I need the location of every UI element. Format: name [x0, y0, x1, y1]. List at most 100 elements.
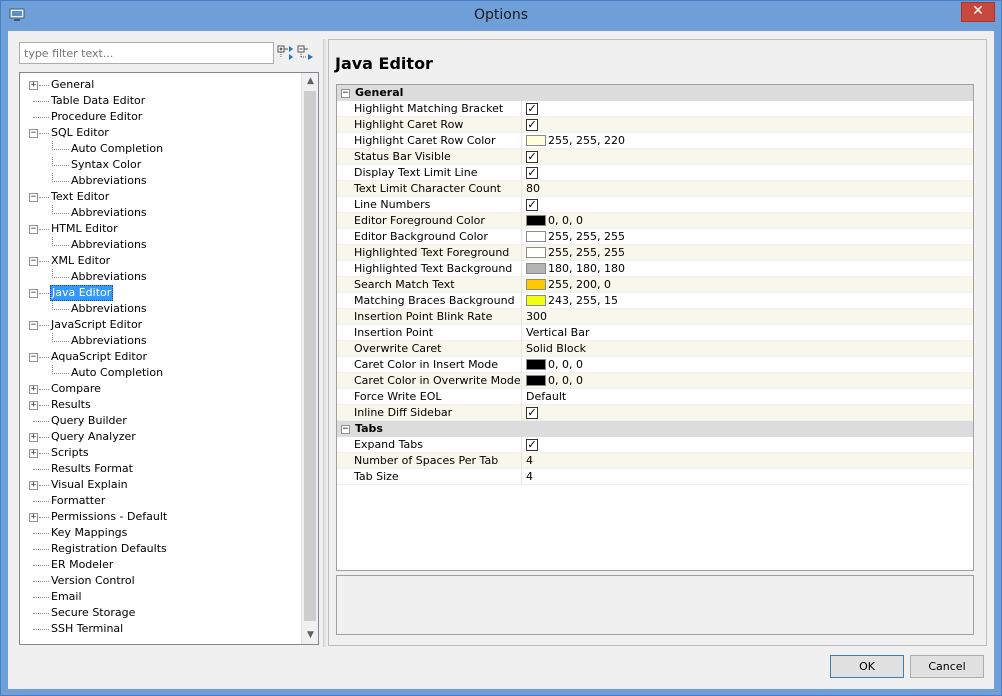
tree-scrollbar[interactable]: ▲ ▼ — [301, 73, 318, 644]
color-swatch[interactable] — [526, 231, 546, 242]
tree-item[interactable]: Registration Defaults — [20, 541, 300, 557]
property-value[interactable]: ✓ — [524, 437, 973, 453]
tree-item[interactable]: + Visual Explain — [20, 477, 300, 493]
collapse-icon[interactable]: − — [29, 193, 38, 202]
property-row[interactable]: Highlight Caret Row Color 255, 255, 220 — [337, 133, 973, 149]
expand-icon[interactable]: + — [29, 433, 38, 442]
property-value[interactable]: 255, 255, 255 — [524, 229, 973, 245]
tree-item[interactable]: Abbreviations — [20, 269, 300, 285]
checkbox[interactable]: ✓ — [526, 199, 538, 211]
property-value[interactable]: ✓ — [524, 405, 973, 421]
tree-item[interactable]: + Permissions - Default — [20, 509, 300, 525]
property-value[interactable]: Vertical Bar — [524, 325, 973, 341]
property-value[interactable]: ✓ — [524, 101, 973, 117]
tree-item[interactable]: + Compare — [20, 381, 300, 397]
collapse-icon[interactable]: − — [29, 321, 38, 330]
expand-icon[interactable]: + — [29, 449, 38, 458]
tree-item[interactable]: Syntax Color — [20, 157, 300, 173]
property-value[interactable]: ✓ — [524, 165, 973, 181]
tree-item[interactable]: Results Format — [20, 461, 300, 477]
property-group-header[interactable]: − General — [337, 85, 973, 101]
expand-icon[interactable]: + — [29, 81, 38, 90]
property-value[interactable]: 180, 180, 180 — [524, 261, 973, 277]
tree-item[interactable]: Secure Storage — [20, 605, 300, 621]
tree-item[interactable]: Query Builder — [20, 413, 300, 429]
tree-item[interactable]: Abbreviations — [20, 333, 300, 349]
property-row[interactable]: Expand Tabs ✓ — [337, 437, 973, 453]
scroll-up-icon[interactable]: ▲ — [302, 73, 318, 90]
collapse-icon[interactable]: − — [29, 289, 38, 298]
tree-item[interactable]: Version Control — [20, 573, 300, 589]
tree-item[interactable]: SSH Terminal — [20, 621, 300, 637]
tree-item[interactable]: Auto Completion — [20, 365, 300, 381]
collapse-icon[interactable]: − — [29, 257, 38, 266]
property-value[interactable]: 243, 255, 15 — [524, 293, 973, 309]
property-value[interactable]: 0, 0, 0 — [524, 213, 973, 229]
property-value[interactable]: 255, 255, 220 — [524, 133, 973, 149]
property-row[interactable]: Highlighted Text Foreground 255, 255, 255 — [337, 245, 973, 261]
color-swatch[interactable] — [526, 295, 546, 306]
tree-item[interactable]: Table Data Editor — [20, 93, 300, 109]
property-row[interactable]: Insertion Point Blink Rate 300 — [337, 309, 973, 325]
property-value[interactable]: ✓ — [524, 197, 973, 213]
checkbox[interactable]: ✓ — [526, 103, 538, 115]
property-row[interactable]: Editor Background Color 255, 255, 255 — [337, 229, 973, 245]
property-row[interactable]: Display Text Limit Line ✓ — [337, 165, 973, 181]
tree-item[interactable]: Procedure Editor — [20, 109, 300, 125]
collapse-icon[interactable]: − — [29, 225, 38, 234]
color-swatch[interactable] — [526, 247, 546, 258]
expand-icon[interactable]: + — [29, 481, 38, 490]
property-value[interactable]: ✓ — [524, 117, 973, 133]
property-row[interactable]: Status Bar Visible ✓ — [337, 149, 973, 165]
property-row[interactable]: Insertion Point Vertical Bar — [337, 325, 973, 341]
filter-field[interactable] — [19, 42, 274, 64]
tree-item[interactable]: + Query Analyzer — [20, 429, 300, 445]
property-row[interactable]: Caret Color in Overwrite Mode 0, 0, 0 — [337, 373, 973, 389]
tree-item[interactable]: + Results — [20, 397, 300, 413]
color-swatch[interactable] — [526, 135, 546, 146]
close-button[interactable]: ✕ — [961, 2, 995, 22]
tree-item[interactable]: − Text Editor — [20, 189, 300, 205]
color-swatch[interactable] — [526, 279, 546, 290]
tree-item[interactable]: Abbreviations — [20, 237, 300, 253]
property-row[interactable]: Tab Size 4 — [337, 469, 973, 485]
property-row[interactable]: Matching Braces Background 243, 255, 15 — [337, 293, 973, 309]
property-value[interactable]: 255, 200, 0 — [524, 277, 973, 293]
collapse-icon[interactable]: − — [29, 129, 38, 138]
property-group-header[interactable]: − Tabs — [337, 421, 973, 437]
tree-item[interactable]: − XML Editor — [20, 253, 300, 269]
expand-all-icon[interactable] — [277, 43, 295, 63]
title-bar[interactable]: Options ✕ — [1, 1, 1001, 31]
property-row[interactable]: Highlighted Text Background 180, 180, 180 — [337, 261, 973, 277]
property-row[interactable]: Overwrite Caret Solid Block — [337, 341, 973, 357]
property-value[interactable]: 255, 255, 255 — [524, 245, 973, 261]
tree-item[interactable]: Email — [20, 589, 300, 605]
property-value[interactable]: ✓ — [524, 149, 973, 165]
pane-splitter[interactable] — [323, 39, 326, 647]
checkbox[interactable]: ✓ — [526, 167, 538, 179]
property-grid[interactable]: − General Highlight Matching Bracket ✓ Highl… — [336, 84, 974, 571]
property-row[interactable]: Text Limit Character Count 80 — [337, 181, 973, 197]
property-row[interactable]: Force Write EOL Default — [337, 389, 973, 405]
tree-item[interactable]: + General — [20, 77, 300, 93]
color-swatch[interactable] — [526, 359, 546, 370]
checkbox[interactable]: ✓ — [526, 439, 538, 451]
filter-input[interactable] — [20, 43, 273, 63]
tree-item[interactable]: − HTML Editor — [20, 221, 300, 237]
property-value[interactable]: 0, 0, 0 — [524, 373, 973, 389]
property-row[interactable]: Search Match Text Background 255, 200, 0 — [337, 277, 973, 293]
property-row[interactable]: Inline Diff Sidebar ✓ — [337, 405, 973, 421]
color-swatch[interactable] — [526, 375, 546, 386]
tree-item[interactable]: Auto Completion — [20, 141, 300, 157]
property-value[interactable]: 80 — [524, 181, 973, 197]
tree-item[interactable]: Abbreviations — [20, 205, 300, 221]
property-row[interactable]: Editor Foreground Color 0, 0, 0 — [337, 213, 973, 229]
property-row[interactable]: Number of Spaces Per Tab 4 — [337, 453, 973, 469]
tree-item[interactable]: Abbreviations — [20, 301, 300, 317]
options-tree[interactable]: + General Table Data Editor Procedure Edito… — [19, 72, 319, 645]
collapse-icon[interactable]: − — [341, 89, 350, 98]
tree-item[interactable]: Key Mappings — [20, 525, 300, 541]
scroll-down-icon[interactable]: ▼ — [302, 627, 318, 644]
property-value[interactable]: Solid Block — [524, 341, 973, 357]
tree-item[interactable]: + Scripts — [20, 445, 300, 461]
